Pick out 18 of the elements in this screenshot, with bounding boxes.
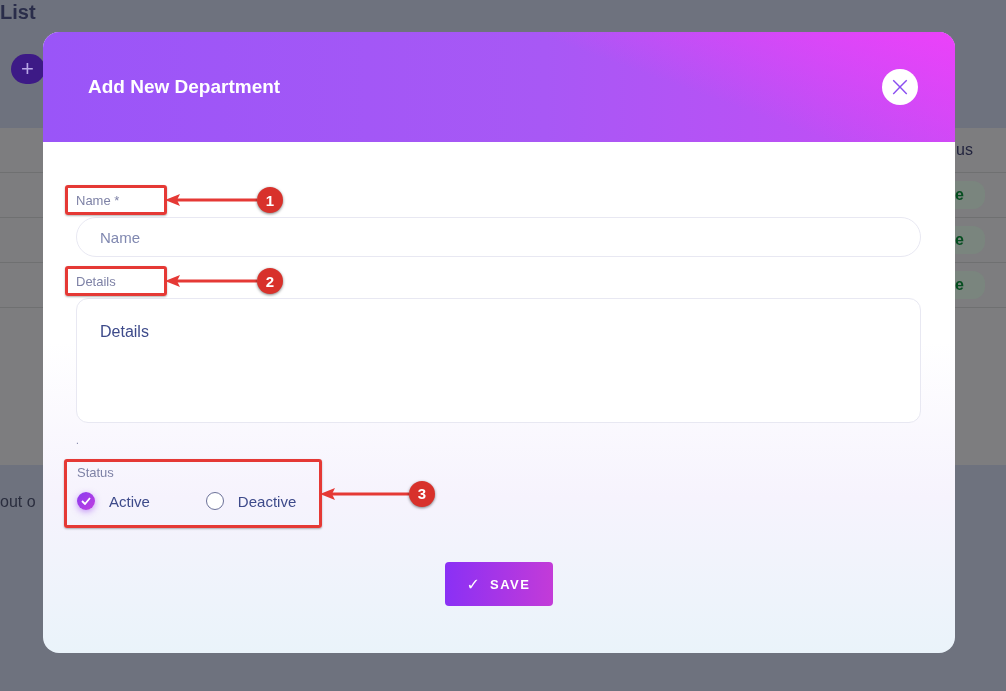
page-title: List [0, 0, 36, 24]
modal-title: Add New Department [88, 76, 281, 98]
callout-number: 3 [409, 480, 435, 507]
field-label: Details [76, 273, 116, 289]
save-button[interactable]: ✓ SAVE [444, 562, 553, 606]
add-button[interactable]: + [11, 54, 45, 84]
radio-option[interactable]: Active [77, 492, 150, 510]
field-label: Name * [76, 192, 120, 208]
radio-option[interactable]: Deactive [205, 492, 297, 510]
field-label: Status [77, 465, 115, 480]
note-text: . [76, 436, 80, 448]
callout-number: 2 [257, 268, 283, 294]
name-input[interactable]: Name [76, 217, 921, 257]
details-textarea[interactable]: Details [76, 298, 921, 423]
close-button[interactable]: × [882, 69, 918, 105]
pagination-text: out o [0, 493, 36, 511]
callout-number: 1 [257, 187, 283, 213]
column-header: us [956, 141, 973, 159]
